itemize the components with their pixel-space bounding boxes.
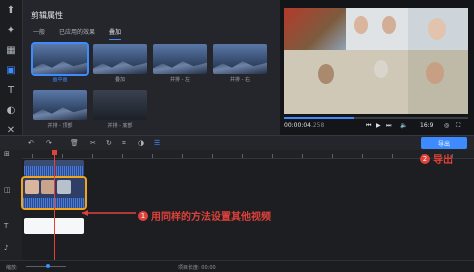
filter-icon[interactable]: ◐ bbox=[0, 100, 22, 120]
preset-label: 并排 - 右 bbox=[230, 77, 250, 83]
face-image bbox=[382, 16, 396, 34]
preset-side-bottom[interactable] bbox=[93, 90, 147, 120]
overlay-props-icon[interactable]: ☰ bbox=[154, 139, 160, 147]
arrow-icon bbox=[82, 210, 136, 216]
properties-tabs: 一般 已应用的效果 叠加 bbox=[33, 27, 122, 40]
fullscreen-icon[interactable]: ⛶ bbox=[456, 122, 460, 130]
annotation-1: 1 用同样的方法设置其他视频 bbox=[82, 208, 271, 223]
video-editor-window: ⬆ ✦ ▦ ▣ T ◐ ✕ 剪辑属性 一般 已应用的效果 叠加 画中画 叠加 并… bbox=[0, 0, 474, 272]
volume-icon[interactable]: 🔈 bbox=[400, 122, 407, 129]
preview-panel: 00:00:04.258 ⏮ ▶ ⏭ 🔈 16:9 ◎ ⛶ bbox=[280, 0, 474, 135]
preset-label: 画中画 bbox=[52, 77, 68, 83]
face-image bbox=[428, 18, 446, 40]
timeline: ⊞ ◫ T ♪ bbox=[0, 150, 474, 260]
crop-icon[interactable]: ⌗ bbox=[122, 139, 126, 148]
preset-picture-in-picture[interactable] bbox=[31, 42, 89, 76]
annotation-2: 2 导出 bbox=[420, 151, 453, 166]
snapshot-icon[interactable]: ◎ bbox=[444, 122, 449, 129]
panel-title: 剪辑属性 bbox=[31, 11, 63, 20]
cut-icon[interactable]: ✂ bbox=[90, 139, 96, 147]
preview-time: 00:00:04.258 bbox=[284, 122, 325, 129]
video-tile bbox=[408, 8, 468, 50]
overlay-track-icon: ◫ bbox=[4, 186, 11, 194]
video-tile bbox=[346, 8, 408, 50]
zoom-handle[interactable] bbox=[46, 264, 50, 268]
text-track-icon: T bbox=[4, 222, 9, 230]
undo-icon[interactable]: ↶ bbox=[28, 139, 34, 147]
video-tile bbox=[284, 8, 346, 50]
transition-icon[interactable]: ▦ bbox=[0, 40, 22, 60]
tab-applied-effects[interactable]: 已应用的效果 bbox=[59, 27, 95, 39]
aspect-ratio-select[interactable]: 16:9 bbox=[420, 122, 433, 129]
project-length: 项目长度: 00:00 bbox=[178, 265, 216, 271]
preview-progress[interactable] bbox=[284, 117, 468, 119]
play-icon[interactable]: ▶ bbox=[376, 122, 381, 129]
add-track-icon[interactable]: ⊞ bbox=[4, 150, 10, 158]
preset-label: 并排 - 底部 bbox=[107, 123, 133, 129]
video-tile bbox=[284, 50, 408, 114]
annotation-text: 导出 bbox=[433, 155, 453, 166]
music-track-icon: ♪ bbox=[4, 244, 9, 252]
rotate-icon[interactable]: ↻ bbox=[106, 139, 112, 147]
face-image bbox=[318, 64, 334, 84]
preset-side-right[interactable] bbox=[213, 44, 267, 74]
preset-side-top[interactable] bbox=[33, 90, 87, 120]
prev-frame-icon[interactable]: ⏮ bbox=[366, 122, 371, 130]
preset-label: 叠加 bbox=[114, 77, 125, 83]
status-bar: 缩放: 项目长度: 00:00 bbox=[0, 260, 474, 272]
import-icon[interactable]: ⬆ bbox=[0, 0, 22, 20]
text-icon[interactable]: T bbox=[0, 80, 22, 100]
overlay-icon[interactable]: ▣ bbox=[0, 60, 22, 80]
timeline-toolbar: ↶ ↷ 🗑 ✂ ↻ ⌗ ◑ ☰ 导出 bbox=[0, 135, 474, 150]
next-frame-icon[interactable]: ⏭ bbox=[386, 122, 391, 130]
delete-icon[interactable]: 🗑 bbox=[70, 139, 79, 147]
video-tile bbox=[408, 50, 468, 114]
left-toolbar: ⬆ ✦ ▦ ▣ T ◐ ✕ bbox=[0, 0, 23, 136]
timeline-ruler[interactable] bbox=[22, 150, 474, 159]
magic-icon[interactable]: ✦ bbox=[0, 20, 22, 40]
color-icon[interactable]: ◑ bbox=[138, 139, 144, 147]
annotation-badge: 1 bbox=[138, 210, 148, 221]
tab-overlay[interactable]: 叠加 bbox=[109, 27, 122, 40]
face-image bbox=[374, 60, 388, 78]
preset-label: 并排 - 顶部 bbox=[47, 123, 73, 129]
preset-overlay[interactable] bbox=[93, 44, 147, 74]
redo-icon[interactable]: ↷ bbox=[46, 139, 52, 147]
preset-label: 并排 - 左 bbox=[170, 77, 190, 83]
preset-side-left[interactable] bbox=[153, 44, 207, 74]
clip-properties-panel: 剪辑属性 一般 已应用的效果 叠加 画中画 叠加 并排 - 左 并排 - 右 并… bbox=[23, 0, 279, 135]
face-image bbox=[354, 16, 368, 34]
face-image bbox=[426, 62, 444, 84]
export-button[interactable]: 导出 bbox=[421, 137, 467, 149]
zoom-label: 缩放: bbox=[6, 265, 18, 271]
playhead[interactable] bbox=[52, 150, 57, 260]
tab-general[interactable]: 一般 bbox=[33, 27, 45, 39]
track-headers: ⊞ ◫ T ♪ bbox=[0, 150, 22, 260]
annotation-text: 用同样的方法设置其他视频 bbox=[151, 212, 271, 223]
preview-video[interactable] bbox=[284, 8, 468, 114]
annotation-badge: 2 bbox=[420, 153, 430, 164]
